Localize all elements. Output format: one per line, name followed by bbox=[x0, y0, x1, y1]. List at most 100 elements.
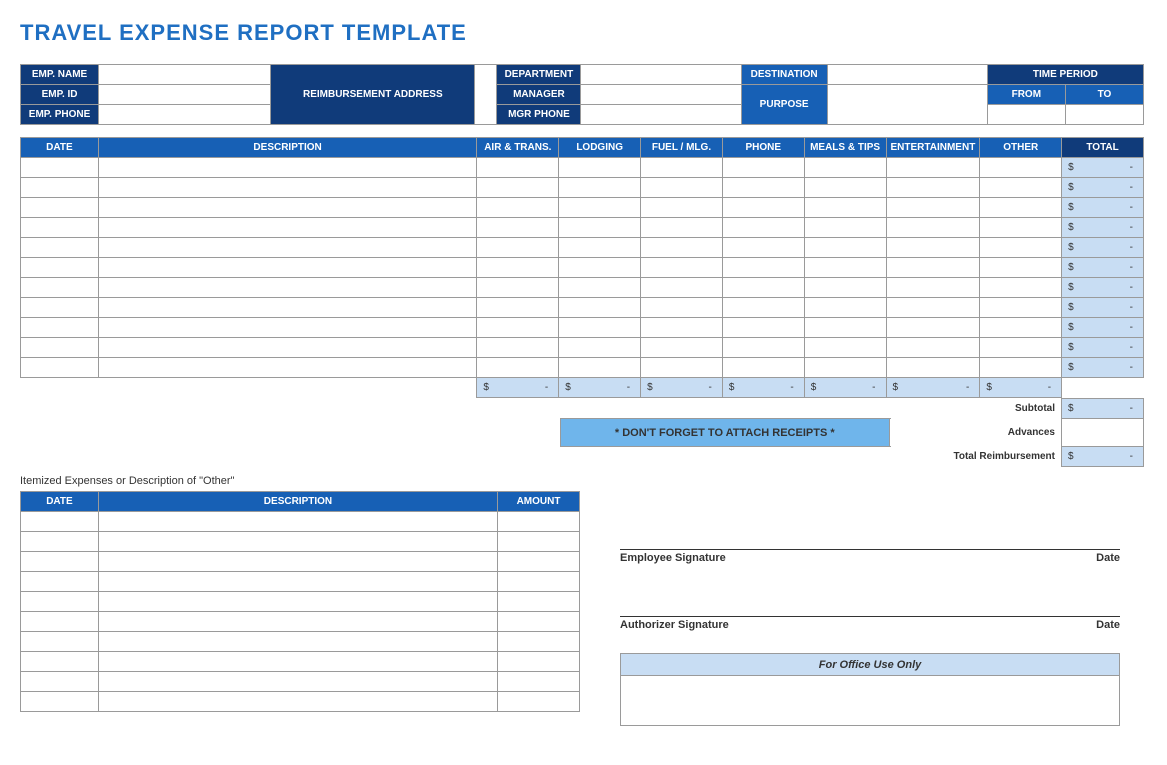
expense-cell[interactable] bbox=[722, 338, 804, 358]
expense-cell[interactable] bbox=[980, 218, 1062, 238]
itemized-cell[interactable] bbox=[21, 652, 99, 672]
expense-cell[interactable] bbox=[559, 218, 641, 238]
itemized-cell[interactable] bbox=[21, 612, 99, 632]
itemized-cell[interactable] bbox=[21, 572, 99, 592]
expense-cell[interactable] bbox=[886, 298, 980, 318]
expense-cell[interactable] bbox=[804, 218, 886, 238]
expense-cell[interactable] bbox=[559, 278, 641, 298]
expense-cell[interactable] bbox=[21, 238, 99, 258]
expense-cell[interactable] bbox=[886, 318, 980, 338]
expense-cell[interactable] bbox=[804, 178, 886, 198]
input-advances[interactable] bbox=[1062, 419, 1144, 447]
expense-cell[interactable] bbox=[559, 198, 641, 218]
expense-cell[interactable] bbox=[886, 158, 980, 178]
expense-cell[interactable] bbox=[722, 278, 804, 298]
expense-cell[interactable] bbox=[722, 218, 804, 238]
expense-cell[interactable] bbox=[559, 158, 641, 178]
expense-cell[interactable] bbox=[641, 258, 723, 278]
expense-cell[interactable] bbox=[477, 358, 559, 378]
itemized-cell[interactable] bbox=[21, 552, 99, 572]
expense-cell[interactable] bbox=[641, 318, 723, 338]
itemized-cell[interactable] bbox=[98, 692, 497, 712]
itemized-cell[interactable] bbox=[21, 692, 99, 712]
expense-cell[interactable] bbox=[641, 198, 723, 218]
expense-cell[interactable] bbox=[804, 198, 886, 218]
expense-cell[interactable] bbox=[98, 218, 477, 238]
expense-cell[interactable] bbox=[804, 158, 886, 178]
expense-cell[interactable] bbox=[722, 178, 804, 198]
itemized-cell[interactable] bbox=[21, 592, 99, 612]
expense-cell[interactable] bbox=[559, 258, 641, 278]
itemized-cell[interactable] bbox=[498, 552, 580, 572]
input-mgr-phone[interactable] bbox=[581, 105, 741, 125]
itemized-cell[interactable] bbox=[98, 532, 497, 552]
expense-cell[interactable] bbox=[980, 358, 1062, 378]
itemized-cell[interactable] bbox=[21, 512, 99, 532]
expense-cell[interactable] bbox=[804, 238, 886, 258]
expense-cell[interactable] bbox=[559, 358, 641, 378]
input-to[interactable] bbox=[1065, 105, 1143, 125]
expense-cell[interactable] bbox=[804, 338, 886, 358]
expense-cell[interactable] bbox=[477, 318, 559, 338]
itemized-cell[interactable] bbox=[498, 532, 580, 552]
expense-cell[interactable] bbox=[21, 278, 99, 298]
expense-cell[interactable] bbox=[980, 258, 1062, 278]
expense-cell[interactable] bbox=[980, 238, 1062, 258]
expense-cell[interactable] bbox=[98, 278, 477, 298]
itemized-cell[interactable] bbox=[21, 532, 99, 552]
expense-cell[interactable] bbox=[559, 298, 641, 318]
expense-cell[interactable] bbox=[980, 198, 1062, 218]
expense-cell[interactable] bbox=[886, 218, 980, 238]
expense-cell[interactable] bbox=[722, 198, 804, 218]
office-use-body[interactable] bbox=[621, 676, 1120, 726]
itemized-cell[interactable] bbox=[98, 592, 497, 612]
expense-cell[interactable] bbox=[886, 178, 980, 198]
expense-cell[interactable] bbox=[559, 338, 641, 358]
itemized-cell[interactable] bbox=[98, 672, 497, 692]
expense-cell[interactable] bbox=[641, 358, 723, 378]
expense-cell[interactable] bbox=[98, 258, 477, 278]
expense-cell[interactable] bbox=[886, 258, 980, 278]
expense-cell[interactable] bbox=[21, 178, 99, 198]
itemized-cell[interactable] bbox=[98, 512, 497, 532]
input-emp-phone[interactable] bbox=[99, 105, 271, 125]
expense-cell[interactable] bbox=[886, 198, 980, 218]
expense-cell[interactable] bbox=[980, 158, 1062, 178]
expense-cell[interactable] bbox=[804, 278, 886, 298]
expense-cell[interactable] bbox=[722, 358, 804, 378]
expense-cell[interactable] bbox=[21, 318, 99, 338]
expense-cell[interactable] bbox=[641, 298, 723, 318]
expense-cell[interactable] bbox=[21, 358, 99, 378]
input-emp-name[interactable] bbox=[99, 65, 271, 85]
input-destination[interactable] bbox=[827, 65, 987, 85]
itemized-cell[interactable] bbox=[98, 612, 497, 632]
itemized-cell[interactable] bbox=[498, 592, 580, 612]
expense-cell[interactable] bbox=[722, 258, 804, 278]
itemized-cell[interactable] bbox=[498, 692, 580, 712]
expense-cell[interactable] bbox=[98, 178, 477, 198]
expense-cell[interactable] bbox=[722, 298, 804, 318]
expense-cell[interactable] bbox=[98, 358, 477, 378]
expense-cell[interactable] bbox=[641, 238, 723, 258]
itemized-cell[interactable] bbox=[498, 672, 580, 692]
itemized-cell[interactable] bbox=[98, 572, 497, 592]
expense-cell[interactable] bbox=[641, 178, 723, 198]
input-manager[interactable] bbox=[581, 85, 741, 105]
expense-cell[interactable] bbox=[477, 178, 559, 198]
input-department[interactable] bbox=[581, 65, 741, 85]
expense-cell[interactable] bbox=[98, 198, 477, 218]
expense-cell[interactable] bbox=[98, 298, 477, 318]
expense-cell[interactable] bbox=[886, 358, 980, 378]
expense-cell[interactable] bbox=[21, 198, 99, 218]
expense-cell[interactable] bbox=[477, 298, 559, 318]
itemized-cell[interactable] bbox=[98, 552, 497, 572]
expense-cell[interactable] bbox=[804, 318, 886, 338]
expense-cell[interactable] bbox=[559, 178, 641, 198]
expense-cell[interactable] bbox=[804, 298, 886, 318]
expense-cell[interactable] bbox=[980, 178, 1062, 198]
input-emp-id[interactable] bbox=[99, 85, 271, 105]
expense-cell[interactable] bbox=[98, 318, 477, 338]
expense-cell[interactable] bbox=[886, 338, 980, 358]
itemized-cell[interactable] bbox=[498, 612, 580, 632]
itemized-cell[interactable] bbox=[21, 632, 99, 652]
